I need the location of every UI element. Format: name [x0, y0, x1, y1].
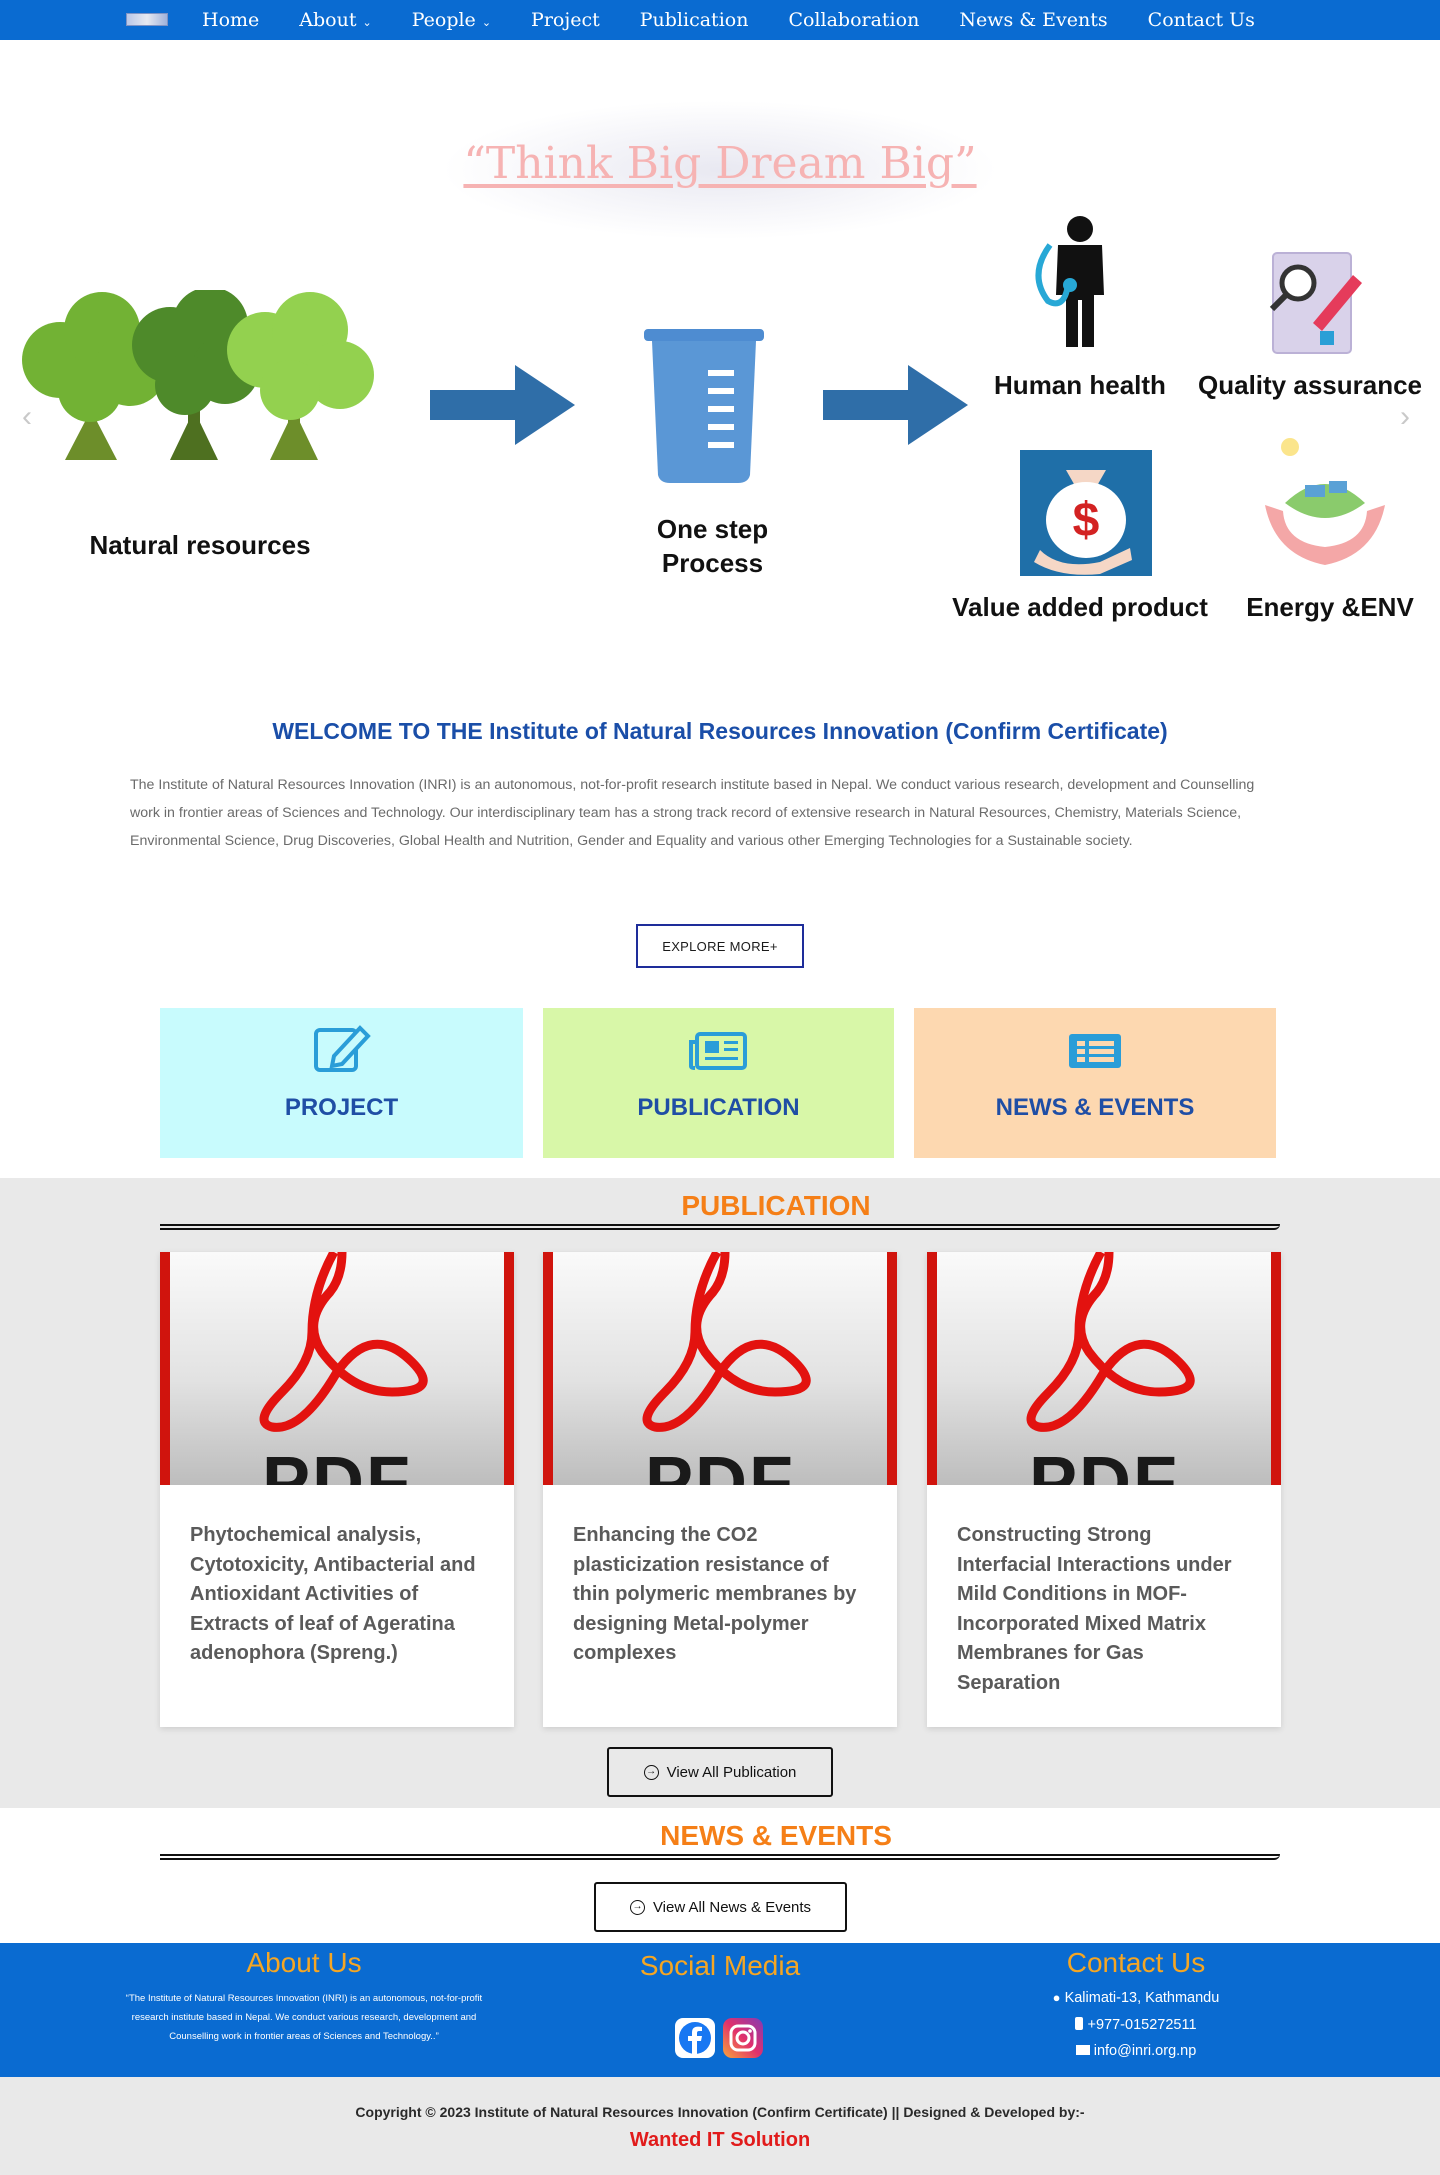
contact-address: ● Kalimati-13, Kathmandu: [1000, 1990, 1272, 2006]
nav-label: Publication: [639, 9, 749, 31]
feature-label: PROJECT: [284, 1094, 399, 1121]
beaker-icon: [644, 329, 764, 483]
hero-slogan: “Think Big Dream Big”: [463, 138, 977, 189]
section-divider: [160, 1854, 1280, 1860]
nav-label: News & Events: [959, 9, 1108, 31]
acrobat-icon: [642, 1252, 811, 1432]
nav-menu: Home About ⌄ People ⌄ Project Publication …: [202, 0, 1295, 40]
acrobat-icon: [1026, 1252, 1195, 1432]
footer: About Us “The Institute of Natural Resou…: [0, 1943, 1440, 2077]
publication-card[interactable]: PDF Phytochemical analysis, Cytotoxicity…: [160, 1252, 514, 1727]
pdf-thumbnail: PDF: [543, 1252, 897, 1485]
nav-item-news-events[interactable]: News & Events: [959, 9, 1107, 31]
hero-slider: “Think Big Dream Big” ‹ › Natural resour…: [0, 40, 1440, 680]
feature-label: PUBLICATION: [637, 1094, 800, 1121]
nav-item-project[interactable]: Project: [531, 9, 600, 31]
publication-card[interactable]: PDF Enhancing the CO2 plasticization res…: [543, 1252, 897, 1727]
developer-link[interactable]: Wanted IT Solution: [0, 2129, 1440, 2152]
nav-item-publication[interactable]: Publication: [640, 9, 749, 31]
footer-about-text: “The Institute of Natural Resources Inno…: [125, 1993, 483, 2042]
publication-title[interactable]: Phytochemical analysis, Cytotoxicity, An…: [160, 1485, 514, 1669]
label-value-added: Value added product: [952, 592, 1208, 622]
phone-icon: [1075, 2017, 1084, 2030]
nav-item-home[interactable]: Home: [202, 9, 259, 31]
label-human-health: Human health: [994, 370, 1166, 400]
nav-label: Home: [202, 9, 260, 31]
envelope-icon: [1075, 2045, 1090, 2055]
button-label: View All Publication: [666, 1763, 797, 1781]
acrobat-icon: [259, 1252, 428, 1432]
pdf-thumbnail: PDF: [160, 1252, 514, 1485]
label-energy-env: Energy &ENV: [1246, 592, 1414, 622]
nav-item-contact[interactable]: Contact Us: [1148, 9, 1255, 31]
label-process-line: Process: [661, 548, 764, 578]
doctor-icon: [1035, 216, 1104, 347]
arrow-right-icon: [430, 365, 575, 445]
instagram-icon[interactable]: [723, 2018, 763, 2058]
footer-social-heading: Social Media: [639, 1950, 801, 1981]
view-all-news-button[interactable]: → View All News & Events: [594, 1882, 847, 1932]
nav-label: Project: [531, 9, 600, 31]
button-label: View All News & Events: [652, 1898, 812, 1916]
money-bag-icon: $: [1020, 450, 1152, 576]
arrow-circle-right-icon: →: [643, 1764, 659, 1780]
nav-label: Contact Us: [1147, 9, 1255, 31]
arrow-right-icon: [823, 365, 968, 445]
nav-label: Collaboration: [788, 9, 920, 31]
section-divider: [160, 1224, 1280, 1230]
welcome-title: WELCOME TO THE Institute of Natural Reso…: [272, 718, 1168, 744]
contact-email[interactable]: info@inri.org.np: [1000, 2043, 1272, 2059]
publication-title[interactable]: Constructing Strong Interfacial Interact…: [927, 1485, 1281, 1698]
feature-label: NEWS & EVENTS: [995, 1094, 1195, 1121]
quality-assurance-icon: [1269, 252, 1362, 354]
facebook-icon[interactable]: [675, 2018, 715, 2058]
energy-environment-icon: [1265, 438, 1385, 565]
nav-label: People: [411, 9, 476, 31]
news-events-heading: NEWS & EVENTS: [660, 1820, 892, 1851]
pdf-label: PDF: [262, 1443, 412, 1485]
label-quality-assurance: Quality assurance: [1198, 370, 1422, 400]
nav-label: About: [299, 9, 357, 31]
site-logo[interactable]: [126, 13, 168, 26]
chevron-down-icon: ⌄: [362, 15, 372, 29]
email-text: info@inri.org.np: [1093, 2043, 1197, 2059]
edit-icon: [313, 1025, 371, 1072]
news-list-icon: [1069, 1034, 1121, 1068]
explore-more-button[interactable]: EXPLORE MORE+: [636, 924, 804, 968]
chevron-down-icon: ⌄: [481, 15, 492, 29]
pdf-thumbnail: PDF: [927, 1252, 1281, 1485]
feature-box-news-events[interactable]: NEWS & EVENTS: [914, 1008, 1276, 1158]
newspaper-icon: [688, 1032, 747, 1070]
welcome-text: The Institute of Natural Resources Innov…: [130, 777, 1255, 849]
footer-about-heading: About Us: [246, 1947, 362, 1978]
label-natural-resources: Natural resources: [89, 530, 311, 560]
pdf-label: PDF: [1029, 1443, 1179, 1485]
trees-icon: [22, 290, 374, 460]
publication-card[interactable]: PDF Constructing Strong Interfacial Inte…: [927, 1252, 1281, 1727]
feature-box-publication[interactable]: PUBLICATION: [543, 1008, 894, 1158]
top-navbar: Home About ⌄ People ⌄ Project Publication …: [0, 0, 1440, 40]
arrow-circle-right-icon: →: [629, 1899, 645, 1915]
label-process-line: One step: [656, 514, 769, 544]
phone-text: +977-015272511: [1087, 2017, 1197, 2033]
nav-item-people[interactable]: People ⌄: [412, 9, 491, 31]
footer-contact-heading: Contact Us: [1066, 1947, 1206, 1978]
map-pin-icon: ●: [1052, 1990, 1061, 2005]
svg-text:$: $: [1073, 494, 1100, 547]
address-text: Kalimati-13, Kathmandu: [1064, 1990, 1220, 2006]
copyright-bar: Copyright © 2023 Institute of Natural Re…: [0, 2077, 1440, 2175]
nav-item-about[interactable]: About ⌄: [299, 9, 371, 31]
publication-title[interactable]: Enhancing the CO2 plasticization resista…: [543, 1485, 897, 1669]
nav-item-collaboration[interactable]: Collaboration: [788, 9, 919, 31]
pdf-label: PDF: [645, 1443, 795, 1485]
copyright-text: Copyright © 2023 Institute of Natural Re…: [355, 2104, 1085, 2120]
publication-heading: PUBLICATION: [681, 1190, 871, 1221]
label-process: One step Process: [630, 512, 795, 580]
contact-phone[interactable]: +977-015272511: [1000, 2017, 1272, 2033]
view-all-publication-button[interactable]: → View All Publication: [607, 1747, 833, 1797]
feature-box-project[interactable]: PROJECT: [160, 1008, 523, 1158]
